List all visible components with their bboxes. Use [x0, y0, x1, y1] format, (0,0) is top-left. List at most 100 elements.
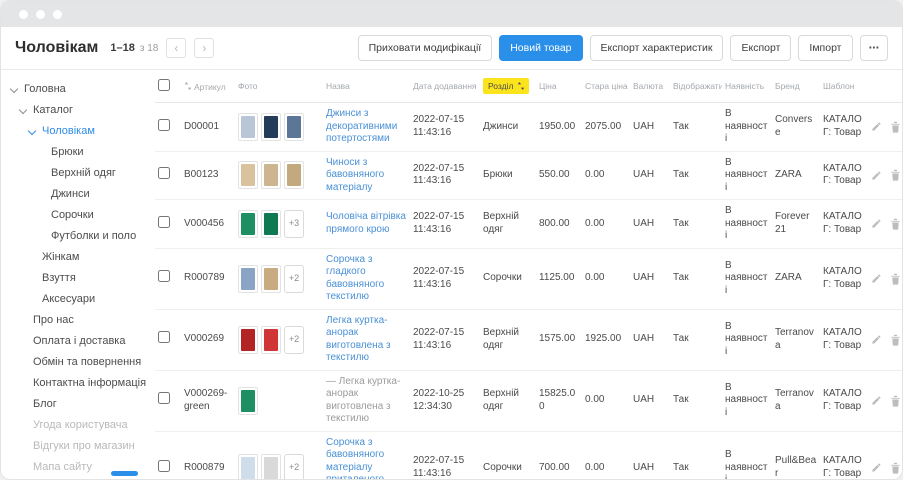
photo-strip: +2	[238, 454, 320, 480]
column-header-name[interactable]: Назва	[323, 70, 410, 103]
product-name-link[interactable]: — Легка куртка-анорак виготовлена з текс…	[326, 376, 400, 425]
scrollbar-thumb[interactable]	[111, 471, 138, 476]
delete-icon[interactable]	[890, 462, 901, 474]
product-name-link[interactable]: Сорочка з гладкого бавовняного текстилю	[326, 254, 384, 303]
sidebar-item[interactable]: Обмін та повернення	[7, 352, 145, 373]
article-cell: V000456	[181, 200, 235, 249]
product-name-link[interactable]: Чиноси з бавовняного матеріалу	[326, 157, 384, 193]
sorted-column-highlight[interactable]: Роздiл	[483, 78, 529, 94]
sidebar-item[interactable]: Оплата і доставка	[7, 331, 145, 352]
edit-icon[interactable]	[871, 218, 882, 229]
product-photo-thumbnail[interactable]	[261, 265, 281, 293]
column-header-currency[interactable]: Валюта	[630, 70, 670, 103]
product-photo-thumbnail[interactable]	[238, 265, 258, 293]
product-photo-thumbnail[interactable]	[261, 454, 281, 480]
product-photo-thumbnail[interactable]	[284, 113, 304, 141]
product-photo-thumbnail[interactable]	[261, 326, 281, 354]
row-select-cell	[155, 370, 181, 431]
sidebar-item[interactable]: Взуття	[7, 268, 145, 289]
sidebar-item[interactable]: Про нас	[7, 310, 145, 331]
window-zoom-button[interactable]	[53, 10, 62, 19]
prev-page-button[interactable]: ‹	[166, 38, 186, 58]
column-header-photo[interactable]: Фото	[235, 70, 323, 103]
product-photo-thumbnail[interactable]	[238, 387, 258, 415]
column-header-date-added[interactable]: Дата додавання	[410, 70, 480, 103]
product-photo-thumbnail[interactable]	[238, 113, 258, 141]
more-photos-badge[interactable]: +2	[284, 265, 304, 293]
column-header-display[interactable]: Відображати	[670, 70, 722, 103]
delete-icon[interactable]	[890, 169, 901, 181]
delete-icon[interactable]	[890, 218, 901, 230]
row-checkbox[interactable]	[158, 270, 170, 282]
edit-icon[interactable]	[871, 334, 882, 345]
sidebar-item[interactable]: Верхній одяг	[7, 163, 145, 184]
row-checkbox[interactable]	[158, 331, 170, 343]
export-button[interactable]: Експорт	[730, 35, 791, 61]
edit-icon[interactable]	[871, 395, 882, 406]
more-photos-badge[interactable]: +2	[284, 326, 304, 354]
row-checkbox[interactable]	[158, 167, 170, 179]
photo-cell: +3	[235, 200, 323, 249]
section-cell: Джинси	[480, 103, 536, 152]
row-checkbox[interactable]	[158, 216, 170, 228]
sidebar-item[interactable]: Головна	[7, 79, 145, 100]
date-cell: 2022-07-15 11:43:16	[410, 200, 480, 249]
product-photo-thumbnail[interactable]	[238, 326, 258, 354]
delete-icon[interactable]	[890, 395, 901, 407]
sidebar-item[interactable]: Сорочки	[7, 205, 145, 226]
sidebar-item[interactable]: Відгуки про магазин	[7, 436, 145, 457]
column-header-brand[interactable]: Бренд	[772, 70, 820, 103]
row-checkbox[interactable]	[158, 119, 170, 131]
next-page-button[interactable]: ›	[194, 38, 214, 58]
window-minimize-button[interactable]	[36, 10, 45, 19]
sidebar-item[interactable]: Джинси	[7, 184, 145, 205]
column-header-old-price[interactable]: Стара ціна	[582, 70, 630, 103]
product-photo-thumbnail[interactable]	[238, 454, 258, 480]
more-actions-button[interactable]: ⋯	[860, 35, 889, 61]
import-button[interactable]: Імпорт	[798, 35, 852, 61]
sidebar-item[interactable]: Жінкам	[7, 247, 145, 268]
sidebar-item[interactable]: Каталог	[7, 100, 145, 121]
window-close-button[interactable]	[19, 10, 28, 19]
product-name-link[interactable]: Легка куртка-анорак виготовлена з тексти…	[326, 315, 391, 364]
sidebar-item[interactable]: Чоловікам	[7, 121, 145, 142]
row-checkbox[interactable]	[158, 460, 170, 472]
select-all-checkbox[interactable]	[158, 79, 170, 91]
row-checkbox[interactable]	[158, 392, 170, 404]
actions-cell	[868, 151, 902, 200]
sidebar-item[interactable]: Аксесуари	[7, 289, 145, 310]
edit-icon[interactable]	[871, 462, 882, 473]
column-header-availability[interactable]: Наявність	[722, 70, 772, 103]
sidebar-item[interactable]: Блог	[7, 394, 145, 415]
export-characteristics-button[interactable]: Експорт характеристик	[590, 35, 724, 61]
product-photo-thumbnail[interactable]	[261, 113, 281, 141]
product-photo-thumbnail[interactable]	[284, 161, 304, 189]
column-header-price[interactable]: Ціна	[536, 70, 582, 103]
column-header-section[interactable]: Роздiл	[480, 70, 536, 103]
sidebar-item[interactable]: Брюки	[7, 142, 145, 163]
product-name-link[interactable]: Джинси з декоративними потертостями	[326, 108, 397, 144]
sidebar-item[interactable]: Футболки и поло	[7, 226, 145, 247]
product-photo-thumbnail[interactable]	[261, 161, 281, 189]
edit-icon[interactable]	[871, 121, 882, 132]
more-photos-badge[interactable]: +3	[284, 210, 304, 238]
product-photo-thumbnail[interactable]	[261, 210, 281, 238]
edit-icon[interactable]	[871, 170, 882, 181]
delete-icon[interactable]	[890, 273, 901, 285]
product-name-link[interactable]: Сорочка з бавовняного матеріалу притален…	[326, 437, 384, 480]
sidebar-item[interactable]: Угода користувача	[7, 415, 145, 436]
product-photo-thumbnail[interactable]	[238, 210, 258, 238]
column-header-article[interactable]: Артикул	[181, 70, 235, 103]
hide-modifications-button[interactable]: Приховати модифікації	[358, 35, 493, 61]
row-select-cell	[155, 248, 181, 309]
desktop-background: Чоловікам 1–18 з 18 ‹ › Приховати модифі…	[0, 0, 903, 480]
new-product-button[interactable]: Новий товар	[499, 35, 582, 61]
more-photos-badge[interactable]: +2	[284, 454, 304, 480]
delete-icon[interactable]	[890, 334, 901, 346]
delete-icon[interactable]	[890, 121, 901, 133]
product-name-link[interactable]: Чоловіча вітрівка прямого крою	[326, 211, 406, 235]
edit-icon[interactable]	[871, 273, 882, 284]
sidebar-item[interactable]: Контактна інформація	[7, 373, 145, 394]
product-photo-thumbnail[interactable]	[238, 161, 258, 189]
column-header-template[interactable]: Шаблон	[820, 70, 868, 103]
